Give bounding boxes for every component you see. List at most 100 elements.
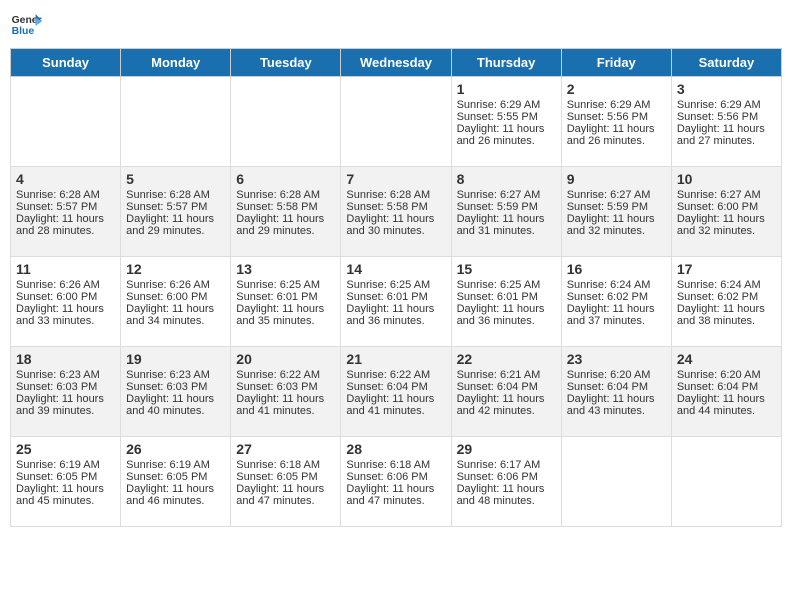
sunset-text: Sunset: 5:57 PM: [126, 201, 207, 213]
daylight-text: Daylight: 11 hours and 29 minutes.: [126, 213, 214, 237]
sunset-text: Sunset: 6:06 PM: [346, 471, 427, 483]
calendar-cell: 27Sunrise: 6:18 AMSunset: 6:05 PMDayligh…: [231, 437, 341, 527]
daylight-text: Daylight: 11 hours and 26 minutes.: [457, 123, 545, 147]
sunset-text: Sunset: 6:02 PM: [567, 291, 648, 303]
sunrise-text: Sunrise: 6:23 AM: [16, 369, 100, 381]
sunset-text: Sunset: 5:58 PM: [236, 201, 317, 213]
daylight-text: Daylight: 11 hours and 29 minutes.: [236, 213, 324, 237]
date-number: 8: [457, 171, 556, 187]
sunrise-text: Sunrise: 6:29 AM: [567, 99, 651, 111]
calendar-cell: 13Sunrise: 6:25 AMSunset: 6:01 PMDayligh…: [231, 257, 341, 347]
calendar-cell: 7 Sunrise: 6:28 AMSunset: 5:58 PMDaylight…: [341, 167, 451, 257]
daylight-text: Daylight: 11 hours and 41 minutes.: [236, 393, 324, 417]
date-number: 18: [16, 351, 115, 367]
sunrise-text: Sunrise: 6:28 AM: [346, 189, 430, 201]
sunrise-text: Sunrise: 6:18 AM: [346, 459, 430, 471]
calendar-cell: 24 Sunrise: 6:20 AMSunset: 6:04 PMDayligh…: [671, 347, 781, 437]
calendar-cell: 17Sunrise: 6:24 AMSunset: 6:02 PMDayligh…: [671, 257, 781, 347]
date-number: 3: [677, 81, 776, 97]
week-row-5: 25 Sunrise: 6:19 AM Sunset: 6:05 PM Dayligh…: [11, 437, 782, 527]
calendar-cell: 21 Sunrise: 6:22 AMSunset: 6:04 PMDayligh…: [341, 347, 451, 437]
sunset-text: Sunset: 6:04 PM: [677, 381, 758, 393]
sunset-text: Sunset: 6:01 PM: [457, 291, 538, 303]
sunrise-text: Sunrise: 6:20 AM: [677, 369, 761, 381]
sunrise-text: Sunrise: 6:25 AM: [346, 279, 430, 291]
header-wednesday: Wednesday: [341, 49, 451, 77]
sunset-text: Sunset: 6:02 PM: [677, 291, 758, 303]
calendar-cell: 9Sunrise: 6:27 AMSunset: 5:59 PMDaylight…: [561, 167, 671, 257]
calendar-cell: [341, 77, 451, 167]
sunrise-text: Sunrise: 6:20 AM: [567, 369, 651, 381]
svg-text:Blue: Blue: [12, 26, 35, 37]
daylight-text: Daylight: 11 hours and 28 minutes.: [16, 213, 104, 237]
daylight-text: Daylight: 11 hours and 41 minutes.: [346, 393, 434, 417]
sunset-text: Sunset: 6:04 PM: [567, 381, 648, 393]
calendar-cell: 28Sunrise: 6:18 AMSunset: 6:06 PMDayligh…: [341, 437, 451, 527]
calendar-cell: 3Sunrise: 6:29 AMSunset: 5:56 PMDaylight…: [671, 77, 781, 167]
date-number: 23: [567, 351, 666, 367]
date-number: 15: [457, 261, 556, 277]
sunrise-text: Sunrise: 6:22 AM: [346, 369, 430, 381]
daylight-text: Daylight: 11 hours and 31 minutes.: [457, 213, 545, 237]
sunrise-text: Sunrise: 6:27 AM: [677, 189, 761, 201]
calendar-header-row: SundayMondayTuesdayWednesdayThursdayFrid…: [11, 49, 782, 77]
sunset-text: Sunset: 6:06 PM: [457, 471, 538, 483]
sunrise-text: Sunrise: 6:21 AM: [457, 369, 541, 381]
week-row-2: 4Sunrise: 6:28 AMSunset: 5:57 PMDaylight…: [11, 167, 782, 257]
calendar-cell: 19Sunrise: 6:23 AMSunset: 6:03 PMDayligh…: [121, 347, 231, 437]
calendar-cell: 10Sunrise: 6:27 AMSunset: 6:00 PMDayligh…: [671, 167, 781, 257]
date-number: 5: [126, 171, 225, 187]
sunset-text: Sunset: 6:01 PM: [236, 291, 317, 303]
date-number: 14: [346, 261, 445, 277]
daylight-text: Daylight: 11 hours and 37 minutes.: [567, 303, 655, 327]
calendar-cell: [231, 77, 341, 167]
sunrise-text: Sunrise: 6:19 AM: [126, 459, 210, 471]
date-number: 25: [16, 441, 115, 457]
daylight-text: Daylight: 11 hours and 30 minutes.: [346, 213, 434, 237]
daylight-text: Daylight: 11 hours and 27 minutes.: [677, 123, 765, 147]
calendar-cell: 23Sunrise: 6:20 AMSunset: 6:04 PMDayligh…: [561, 347, 671, 437]
date-number: 19: [126, 351, 225, 367]
header-friday: Friday: [561, 49, 671, 77]
calendar-cell: 11Sunrise: 6:26 AMSunset: 6:00 PMDayligh…: [11, 257, 121, 347]
daylight-text: Daylight: 11 hours and 40 minutes.: [126, 393, 214, 417]
sunrise-text: Sunrise: 6:25 AM: [457, 279, 541, 291]
sunrise-text: Sunrise: 6:17 AM: [457, 459, 541, 471]
sunrise-text: Sunrise: 6:28 AM: [236, 189, 320, 201]
header-monday: Monday: [121, 49, 231, 77]
daylight-text: Daylight: 11 hours and 33 minutes.: [16, 303, 104, 327]
sunrise-text: Sunrise: 6:25 AM: [236, 279, 320, 291]
date-number: 7: [346, 171, 445, 187]
date-number: 21: [346, 351, 445, 367]
daylight-text: Daylight: 11 hours and 48 minutes.: [457, 483, 545, 507]
sunrise-text: Sunrise: 6:27 AM: [457, 189, 541, 201]
daylight-text: Daylight: 11 hours and 47 minutes.: [236, 483, 324, 507]
header-saturday: Saturday: [671, 49, 781, 77]
calendar-cell: 16Sunrise: 6:24 AMSunset: 6:02 PMDayligh…: [561, 257, 671, 347]
daylight-text: Daylight: 11 hours and 44 minutes.: [677, 393, 765, 417]
daylight-text: Daylight: 11 hours and 34 minutes.: [126, 303, 214, 327]
sunset-text: Sunset: 6:03 PM: [16, 381, 97, 393]
date-number: 4: [16, 171, 115, 187]
daylight-text: Daylight: 11 hours and 38 minutes.: [677, 303, 765, 327]
calendar-cell: 4Sunrise: 6:28 AMSunset: 5:57 PMDaylight…: [11, 167, 121, 257]
daylight-text: Daylight: 11 hours and 32 minutes.: [677, 213, 765, 237]
calendar-cell: 15Sunrise: 6:25 AMSunset: 6:01 PMDayligh…: [451, 257, 561, 347]
calendar-cell: 22Sunrise: 6:21 AMSunset: 6:04 PMDayligh…: [451, 347, 561, 437]
week-row-1: 1Sunrise: 6:29 AMSunset: 5:55 PMDaylight…: [11, 77, 782, 167]
date-number: 10: [677, 171, 776, 187]
calendar-cell: 14Sunrise: 6:25 AMSunset: 6:01 PMDayligh…: [341, 257, 451, 347]
sunset-text: Sunset: 6:05 PM: [16, 471, 97, 483]
daylight-text: Daylight: 11 hours and 39 minutes.: [16, 393, 104, 417]
sunset-text: Sunset: 5:59 PM: [457, 201, 538, 213]
sunrise-text: Sunrise: 6:24 AM: [677, 279, 761, 291]
date-number: 24: [677, 351, 776, 367]
date-number: 11: [16, 261, 115, 277]
daylight-text: Daylight: 11 hours and 26 minutes.: [567, 123, 655, 147]
sunrise-text: Sunrise: 6:18 AM: [236, 459, 320, 471]
sunset-text: Sunset: 5:58 PM: [346, 201, 427, 213]
date-number: 12: [126, 261, 225, 277]
daylight-text: Daylight: 11 hours and 47 minutes.: [346, 483, 434, 507]
calendar-cell: [671, 437, 781, 527]
sunset-text: Sunset: 6:04 PM: [346, 381, 427, 393]
